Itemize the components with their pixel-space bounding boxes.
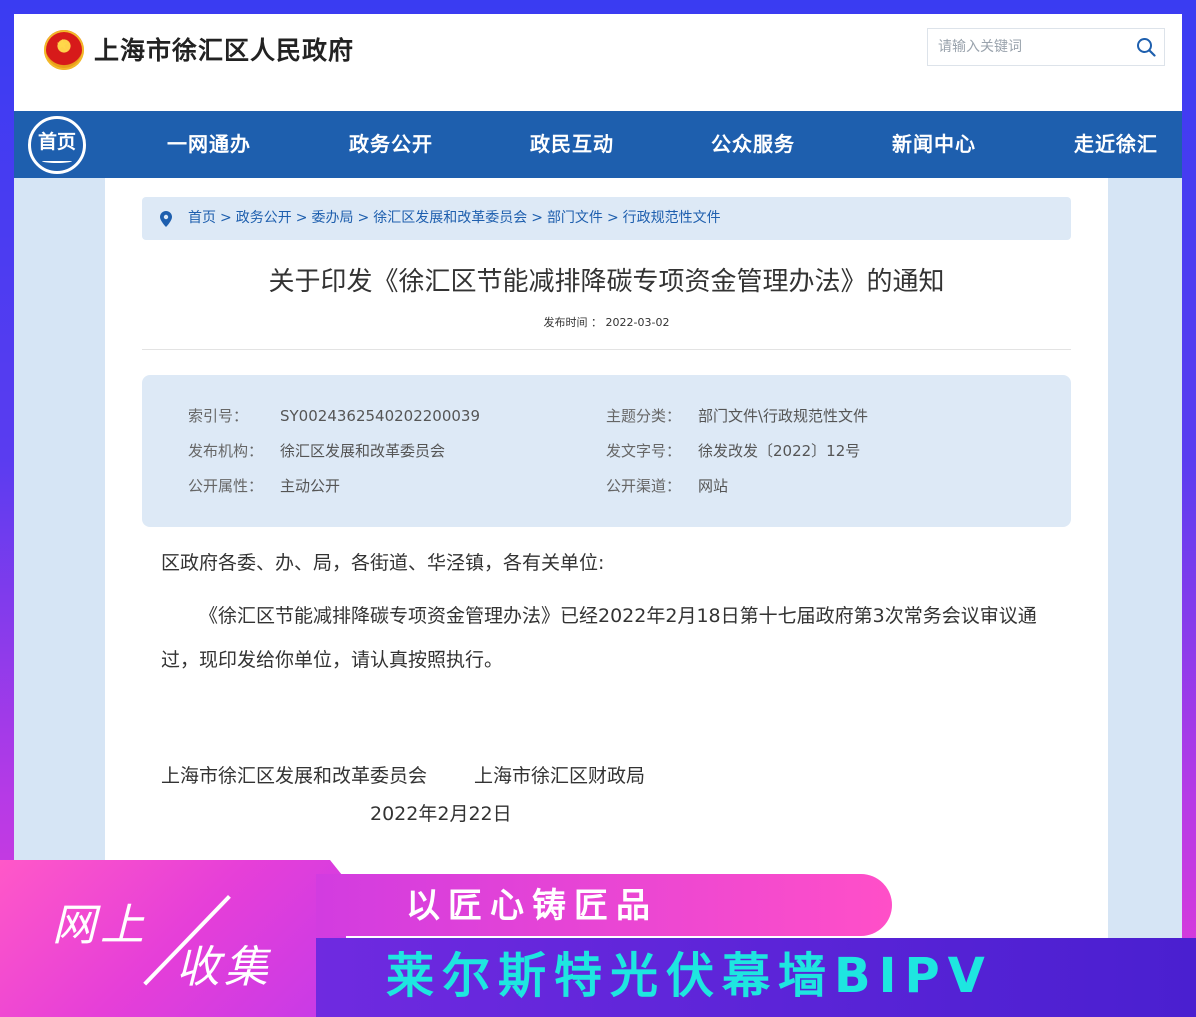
salutation: 区政府各委、办、局，各街道、华泾镇，各有关单位: — [161, 552, 605, 574]
breadcrumb-separator: > — [606, 210, 619, 226]
meta-topic-label: 主题分类： — [606, 407, 682, 425]
nav-home-button[interactable]: 首页 — [28, 116, 86, 174]
meta-channel-value: 网站 — [698, 477, 729, 495]
meta-issuer-label: 发布机构： — [188, 442, 264, 460]
body-paragraph: 《徐汇区节能减排降碳专项资金管理办法》已经2022年2月18日第十七届政府第3次… — [161, 605, 1037, 671]
publish-colon: ： — [591, 316, 606, 329]
article-title: 关于印发《徐汇区节能减排降碳专项资金管理办法》的通知 — [268, 267, 945, 297]
nav-item-zhengminhudong[interactable]: 政民互动 — [530, 111, 614, 178]
main-nav: 首页 一网通办 政务公开 政民互动 公众服务 新闻中心 走近徐汇 — [14, 111, 1182, 178]
search-box — [927, 28, 1165, 66]
meta-topic-value: 部门文件\行政规范性文件 — [698, 407, 869, 425]
document-date: 2022年2月22日 — [370, 803, 512, 825]
breadcrumb-bumenwenjian[interactable]: 部门文件 — [547, 210, 603, 226]
publish-label: 发布时间 — [543, 316, 588, 329]
search-icon[interactable] — [1136, 37, 1156, 57]
meta-public-attr-label: 公开属性： — [188, 477, 264, 495]
breadcrumb-separator: > — [531, 210, 543, 226]
nav-item-yiwangtongban[interactable]: 一网通办 — [167, 111, 251, 178]
meta-index-label: 索引号： — [188, 407, 249, 425]
meta-public-attr-value: 主动公开 — [280, 477, 341, 495]
banner-word-shouji: 收集 — [176, 942, 272, 993]
document-meta: 索引号： SY0024362540202200039 主题分类： 部门文件\行政… — [142, 375, 1071, 527]
location-pin-icon — [160, 211, 172, 227]
meta-row: 索引号： SY0024362540202200039 主题分类： 部门文件\行政… — [142, 404, 1071, 428]
banner-word-wangshang: 网上 — [52, 900, 148, 951]
breadcrumb-zhengwugongkai[interactable]: 政务公开 — [236, 210, 292, 226]
breadcrumb-separator: > — [357, 210, 370, 226]
breadcrumb-fagaiwei[interactable]: 徐汇区发展和改革委员会 — [373, 210, 527, 226]
nav-item-gongzhongfuwu[interactable]: 公众服务 — [711, 111, 795, 178]
breadcrumb-xingzhengguifan[interactable]: 行政规范性文件 — [623, 210, 721, 226]
breadcrumb: 首页 > 政务公开 > 委办局 > 徐汇区发展和改革委员会 > 部门文件 > 行政规范性文件 — [142, 197, 1071, 240]
national-emblem-icon: ★ — [44, 30, 84, 70]
meta-docno-value: 徐发改发〔2022〕12号 — [698, 442, 861, 460]
meta-row: 公开属性： 主动公开 公开渠道： 网站 — [142, 474, 1071, 498]
nav-item-xinwenzhongxin[interactable]: 新闻中心 — [892, 111, 976, 178]
search-input[interactable] — [928, 29, 1128, 65]
wave-icon — [42, 159, 72, 163]
meta-channel-label: 公开渠道： — [606, 477, 682, 495]
site-header: ★ 上海市徐汇区人民政府 — [14, 14, 1182, 111]
meta-docno-label: 发文字号： — [606, 442, 682, 460]
breadcrumb-separator: > — [220, 210, 232, 226]
meta-row: 发布机构： 徐汇区发展和改革委员会 发文字号： 徐发改发〔2022〕12号 — [142, 439, 1071, 463]
breadcrumb-home[interactable]: 首页 — [188, 210, 216, 226]
title-divider — [142, 349, 1071, 350]
site-title[interactable]: 上海市徐汇区人民政府 — [94, 34, 354, 68]
publish-time: 发布时间 ： 2022-03-02 — [142, 314, 1071, 330]
banner-motto: 以匠心铸匠品 — [406, 886, 658, 926]
nav-home-label: 首页 — [37, 131, 76, 153]
publish-date: 2022-03-02 — [605, 316, 670, 329]
breadcrumb-separator: > — [295, 210, 308, 226]
nav-item-zhengwugongkai[interactable]: 政务公开 — [349, 111, 433, 178]
nav-item-zoujinxuhui[interactable]: 走近徐汇 — [1074, 111, 1158, 178]
meta-issuer-value: 徐汇区发展和改革委员会 — [280, 442, 446, 460]
banner-brand: 莱尔斯特光伏幕墙BIPV — [386, 948, 993, 1004]
breadcrumb-weibanju[interactable]: 委办局 — [311, 210, 353, 226]
meta-index-value: SY0024362540202200039 — [280, 407, 481, 425]
